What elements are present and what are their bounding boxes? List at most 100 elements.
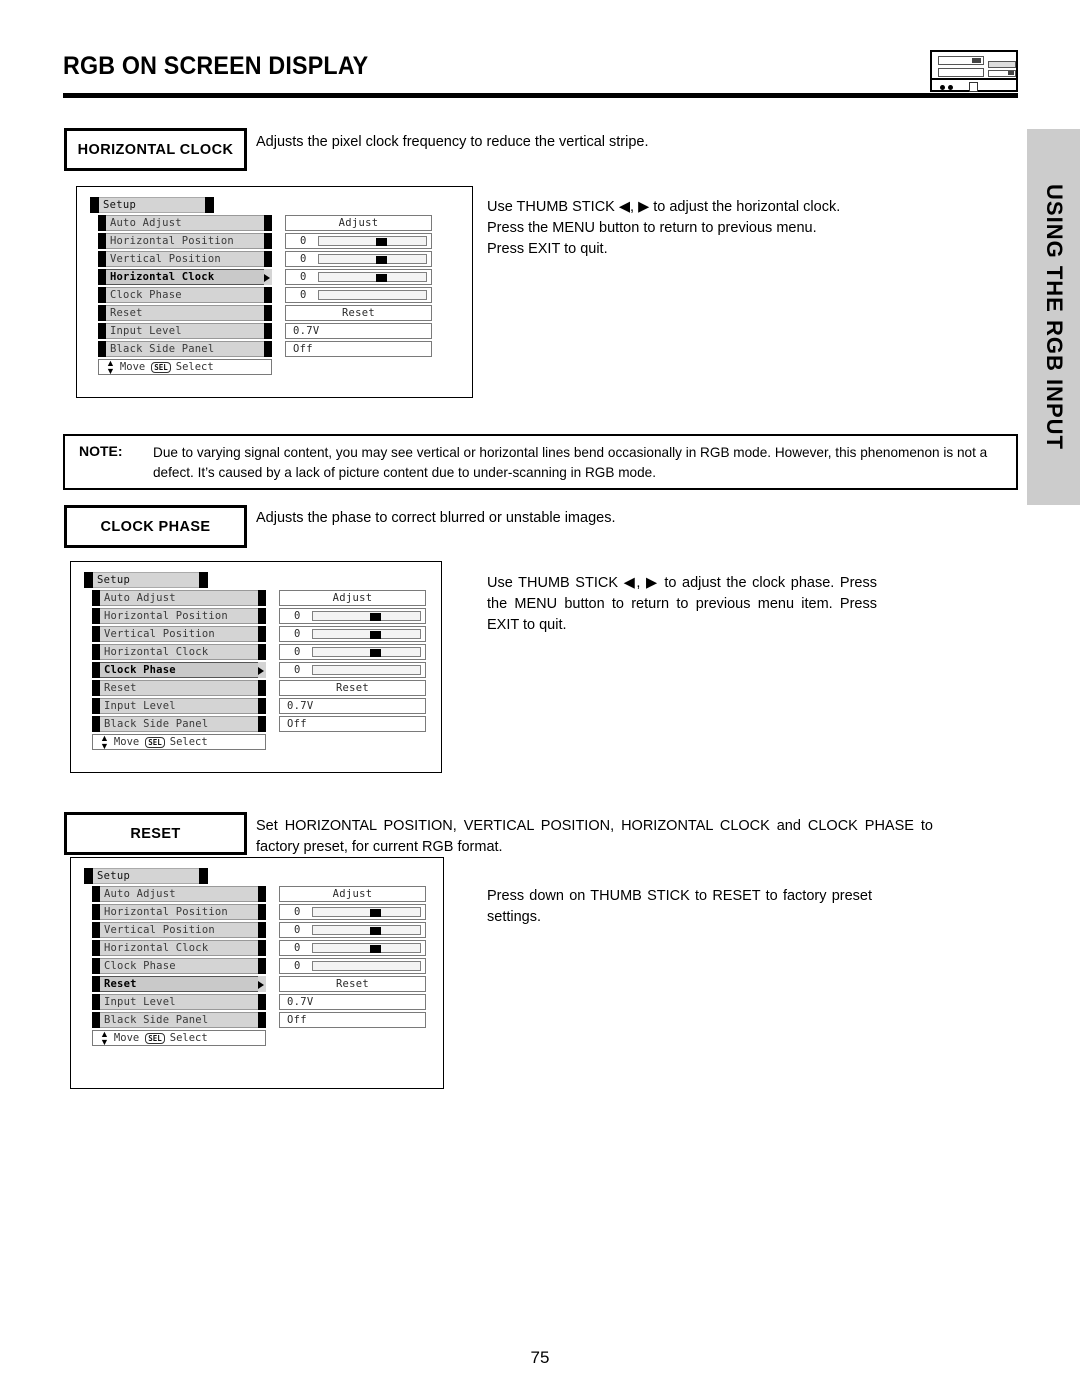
osd-value-horizontal-position[interactable]: 0 (285, 233, 432, 249)
osd-menu-item-label: Auto Adjust (104, 888, 176, 900)
osd-footer-hint: ▲ ▼ Move SEL Select (98, 359, 272, 376)
osd-value-horizontal-clock[interactable]: 0 (285, 269, 432, 285)
osd-menu-item-black-side-panel[interactable]: Black Side Panel (98, 341, 272, 357)
tv-front-panel-icon (930, 50, 1018, 92)
osd-value-black-side-panel[interactable]: Off (279, 1012, 426, 1028)
osd-menu-item-input-level[interactable]: Input Level (98, 323, 272, 339)
osd-menu-item-auto-adjust[interactable]: Auto Adjust (92, 886, 266, 902)
osd-menu-item-clock-phase[interactable]: Clock Phase (92, 662, 266, 678)
osd-menu-item-label: Horizontal Position (110, 235, 234, 247)
osd-value-black-side-panel[interactable]: Off (285, 341, 432, 357)
osd-menu-item-vertical-position[interactable]: Vertical Position (98, 251, 272, 267)
title-rule (63, 93, 1018, 98)
osd-slider-track[interactable] (312, 925, 421, 935)
osd-menu-item-black-side-panel[interactable]: Black Side Panel (92, 1012, 266, 1028)
osd-item-cap-right-icon (264, 305, 272, 321)
osd-item-cap-right-icon (258, 680, 266, 696)
osd-value-clock-phase[interactable]: 0 (285, 287, 432, 303)
section-instruction-clock-phase: Use THUMB STICK ◀, ▶ to adjust the clock… (487, 575, 877, 634)
osd-value-horizontal-clock[interactable]: 0 (279, 940, 426, 956)
osd-slider-track[interactable] (312, 907, 421, 917)
osd-slider-knob[interactable] (375, 256, 387, 264)
osd-slider-value: 0 (300, 271, 307, 283)
osd-menu-item-auto-adjust[interactable]: Auto Adjust (98, 215, 272, 231)
osd-menu-item-black-side-panel[interactable]: Black Side Panel (92, 716, 266, 732)
osd-value-clock-phase[interactable]: 0 (279, 662, 426, 678)
osd-item-cap-left-icon (92, 698, 100, 714)
osd-slider-value: 0 (300, 235, 307, 247)
osd-menu-item-vertical-position[interactable]: Vertical Position (92, 922, 266, 938)
osd-value-clock-phase[interactable]: 0 (279, 958, 426, 974)
section-label-reset: RESET (64, 812, 247, 855)
osd-menu-item-label: Input Level (110, 325, 182, 337)
osd-menu-item-horizontal-clock[interactable]: Horizontal Clock (92, 644, 266, 660)
osd-value-auto-adjust[interactable]: Adjust (279, 590, 426, 606)
osd-row: Reset Reset (92, 976, 426, 992)
osd-slider-track[interactable] (318, 272, 427, 282)
osd-slider-knob[interactable] (369, 945, 381, 953)
osd-slider-track[interactable] (312, 943, 421, 953)
osd-menu-item-reset[interactable]: Reset (92, 976, 266, 992)
osd-value-vertical-position[interactable]: 0 (279, 922, 426, 938)
osd-slider-knob[interactable] (369, 649, 381, 657)
osd-item-cap-left-icon (98, 341, 106, 357)
osd-value-input-level[interactable]: 0.7V (279, 994, 426, 1010)
osd-item-cap-right-icon (258, 1012, 266, 1028)
osd-menu-item-label: Reset (110, 307, 143, 319)
osd-rows: Auto Adjust Adjust Horizontal Position 0 Ver… (92, 886, 426, 1028)
osd-value-text: Reset (335, 682, 370, 694)
osd-value-horizontal-clock[interactable]: 0 (279, 644, 426, 660)
osd-slider-track[interactable] (318, 254, 427, 264)
osd-menu-item-reset[interactable]: Reset (98, 305, 272, 321)
osd-menu-item-horizontal-position[interactable]: Horizontal Position (98, 233, 272, 249)
osd-value-auto-adjust[interactable]: Adjust (285, 215, 432, 231)
osd-value-reset[interactable]: Reset (279, 976, 426, 992)
osd-value-reset[interactable]: Reset (279, 680, 426, 696)
osd-slider-knob[interactable] (369, 631, 381, 639)
tv-icon-screen-3 (988, 61, 1016, 68)
osd-menu-item-clock-phase[interactable]: Clock Phase (98, 287, 272, 303)
osd-row: Horizontal Clock 0 (98, 269, 432, 285)
osd-menu-item-horizontal-clock[interactable]: Horizontal Clock (92, 940, 266, 956)
osd-slider-track[interactable] (318, 290, 427, 300)
osd-item-cap-left-icon (92, 662, 100, 678)
osd-menu-item-horizontal-position[interactable]: Horizontal Position (92, 904, 266, 920)
tv-icon-screen-2 (938, 68, 984, 77)
osd-value-vertical-position[interactable]: 0 (285, 251, 432, 267)
osd-value-input-level[interactable]: 0.7V (279, 698, 426, 714)
osd-menu-item-clock-phase[interactable]: Clock Phase (92, 958, 266, 974)
tv-icon-screen-1-block (972, 58, 981, 63)
osd-slider-knob[interactable] (369, 909, 381, 917)
osd-slider-knob[interactable] (369, 927, 381, 935)
osd-slider-knob[interactable] (375, 274, 387, 282)
osd-item-cap-right-icon (258, 886, 266, 902)
osd-value-input-level[interactable]: 0.7V (285, 323, 432, 339)
osd-slider-track[interactable] (312, 629, 421, 639)
osd-menu-item-horizontal-position[interactable]: Horizontal Position (92, 608, 266, 624)
osd-slider-track[interactable] (312, 611, 421, 621)
osd-slider-track[interactable] (318, 236, 427, 246)
osd-slider-knob[interactable] (369, 613, 381, 621)
osd-menu-item-vertical-position[interactable]: Vertical Position (92, 626, 266, 642)
osd-menu-item-reset[interactable]: Reset (92, 680, 266, 696)
osd-slider-track[interactable] (312, 961, 421, 971)
osd-menu-item-horizontal-clock[interactable]: Horizontal Clock (98, 269, 272, 285)
chevron-right-icon (264, 274, 270, 282)
osd-menu-title: Setup (90, 197, 214, 213)
osd-row: Clock Phase 0 (92, 662, 426, 678)
osd-menu-item-label: Clock Phase (104, 664, 176, 676)
osd-menu-item-auto-adjust[interactable]: Auto Adjust (92, 590, 266, 606)
osd-slider-track[interactable] (312, 647, 421, 657)
osd-value-horizontal-position[interactable]: 0 (279, 608, 426, 624)
osd-value-vertical-position[interactable]: 0 (279, 626, 426, 642)
osd-value-horizontal-position[interactable]: 0 (279, 904, 426, 920)
osd-value-reset[interactable]: Reset (285, 305, 432, 321)
osd-slider-track[interactable] (312, 665, 421, 675)
osd-slider-knob[interactable] (375, 238, 387, 246)
osd-menu-item-label: Input Level (104, 700, 176, 712)
osd-menu-item-input-level[interactable]: Input Level (92, 698, 266, 714)
osd-footer-select-label: Select (169, 736, 208, 748)
osd-value-auto-adjust[interactable]: Adjust (279, 886, 426, 902)
osd-value-black-side-panel[interactable]: Off (279, 716, 426, 732)
osd-menu-item-input-level[interactable]: Input Level (92, 994, 266, 1010)
